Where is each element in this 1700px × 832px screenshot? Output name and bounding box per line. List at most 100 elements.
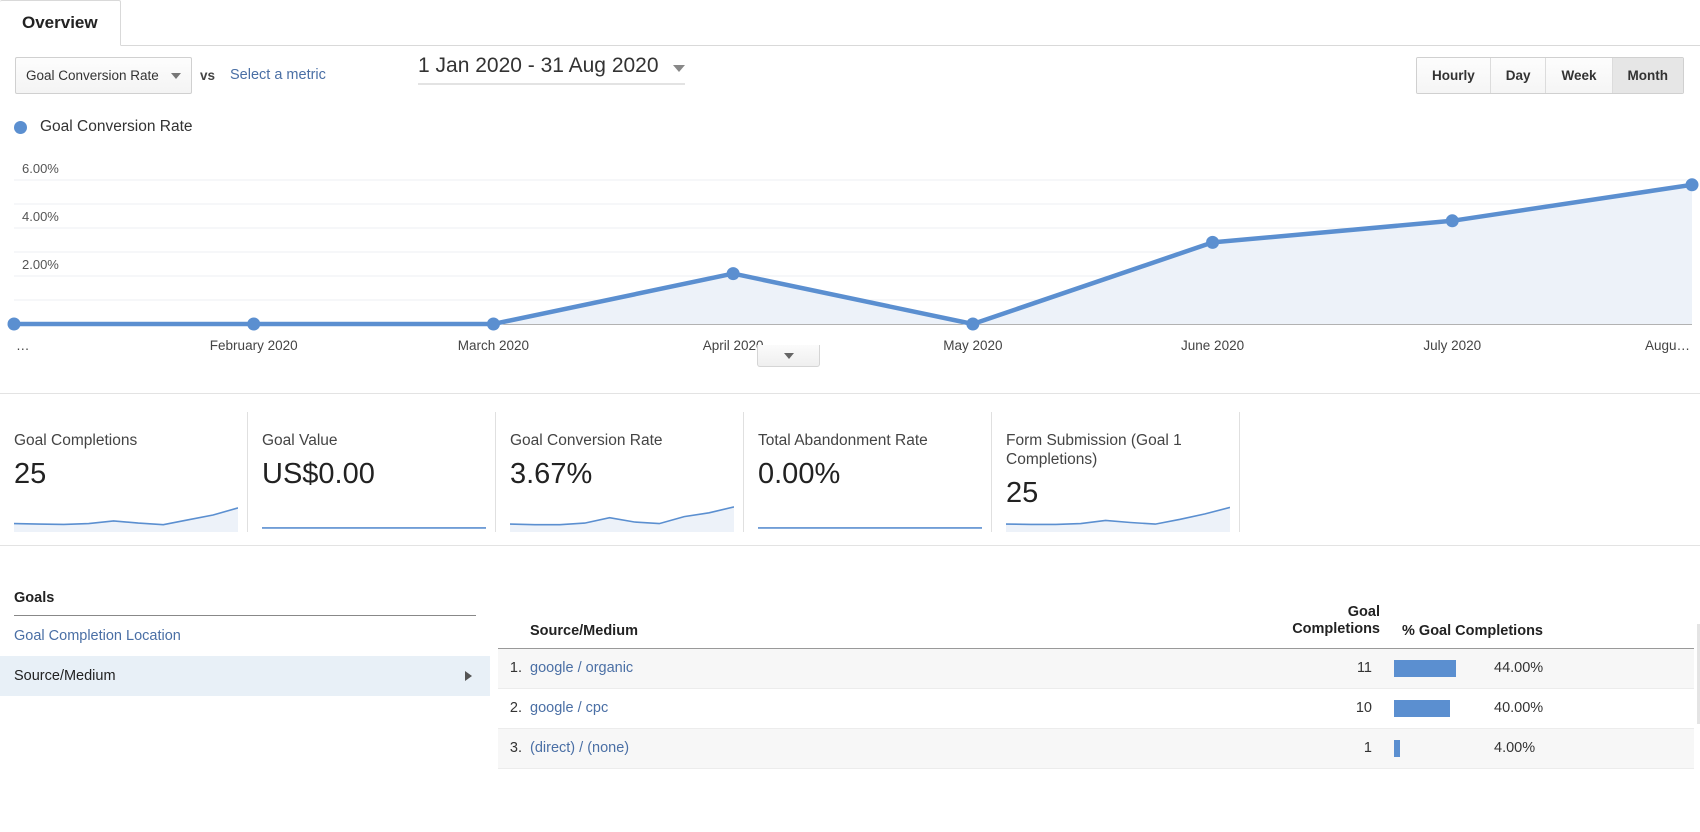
column-header-pct-goal-completions[interactable]: % Goal Completions (1388, 623, 1678, 639)
primary-metric-value: Goal Conversion Rate (26, 68, 159, 83)
table-cell-source-medium[interactable]: google / cpc (530, 700, 1190, 716)
pct-bar (1394, 699, 1451, 717)
summary-card[interactable]: Goal Value US$0.00 (248, 412, 496, 532)
pct-value-label: 40.00% (1494, 700, 1544, 717)
summary-card-value: 3.67% (510, 457, 593, 490)
summary-card-sparkline (14, 507, 238, 532)
table-cell-pct-goal-completions: 44.00% (1380, 659, 1670, 677)
x-axis-tick-label: May 2020 (943, 338, 1002, 353)
summary-card-sparkline (758, 527, 982, 529)
summary-card[interactable]: Total Abandonment Rate 0.00% (744, 412, 992, 532)
goals-nav-item[interactable]: Goal Completion Location (0, 616, 490, 656)
summary-card[interactable]: Form Submission (Goal 1 Completions) 25 (992, 412, 1240, 532)
vs-label: vs (200, 68, 216, 83)
table-cell-goal-completions: 1 (1363, 740, 1372, 757)
summary-card-title: Goal Conversion Rate (510, 432, 663, 449)
x-axis-tick-label: Augu… (1645, 338, 1690, 353)
summary-card-value: 25 (14, 457, 47, 490)
column-header-source-medium[interactable]: Source/Medium (498, 623, 1198, 639)
chart-collapse-button[interactable] (757, 345, 820, 367)
summary-card[interactable]: Goal Completions 25 (0, 412, 248, 532)
section-divider (0, 393, 1700, 394)
summary-card-sparkline (1006, 506, 1230, 532)
chart-controls: Goal Conversion Rate vs Select a metric … (0, 46, 1700, 102)
x-axis-tick-label: February 2020 (210, 338, 298, 353)
table-row[interactable]: 3. (direct) / (none) 1 4.00% (498, 728, 1694, 769)
chart-data-point[interactable] (726, 267, 740, 281)
pct-bar-track (1394, 659, 1482, 677)
column-header-goal-completions[interactable]: Goal Completions (1198, 604, 1388, 639)
section-divider (0, 545, 1700, 546)
table-cell-source-medium[interactable]: google / organic (530, 660, 1190, 676)
table-cell-goal-completions: 11 (1356, 660, 1372, 677)
main-chart-svg: 6.00% 4.00% 2.00% … February 2020 March 2020 A… (7, 161, 1699, 353)
chart-data-point[interactable] (1445, 214, 1459, 228)
pct-bar-track (1394, 699, 1482, 717)
tab-overview-label: Overview (22, 13, 98, 32)
legend-series-label: Goal Conversion Rate (40, 118, 193, 135)
summary-card-sparkline (262, 527, 486, 529)
table-row-index: 2. (509, 700, 522, 717)
chart-data-point[interactable] (1206, 235, 1220, 249)
chevron-down-icon (783, 352, 794, 359)
table-header-row: Source/Medium Goal Completions % Goal Co… (498, 590, 1694, 649)
chevron-down-icon (672, 65, 685, 72)
granularity-button-week[interactable]: Week (1546, 58, 1613, 93)
pct-bar-track (1394, 739, 1482, 757)
summary-card-sparkline (510, 506, 734, 532)
summary-card-title: Goal Completions (14, 432, 138, 449)
table-row-index: 1. (509, 660, 522, 677)
summary-card[interactable]: Goal Conversion Rate 3.67% (496, 412, 744, 532)
x-axis-tick-label: March 2020 (458, 338, 529, 353)
summary-card-value: US$0.00 (262, 457, 375, 490)
chart-data-point[interactable] (966, 317, 980, 331)
pct-bar (1394, 659, 1456, 677)
goals-nav-item-label: Source/Medium (14, 668, 116, 684)
summary-card-title: Total Abandonment Rate (758, 432, 928, 449)
y-axis-tick-label: 6.00% (22, 161, 59, 176)
granularity-button-day[interactable]: Day (1490, 58, 1547, 93)
select-secondary-metric-link[interactable]: Select a metric (230, 67, 326, 83)
date-range-value: 1 Jan 2020 - 31 Aug 2020 (418, 54, 659, 77)
goals-panel-heading: Goals (14, 590, 476, 616)
x-axis-tick-label: July 2020 (1423, 338, 1481, 353)
y-axis-tick-label: 2.00% (22, 257, 59, 272)
goals-nav-item[interactable]: Source/Medium (0, 656, 490, 696)
table-cell-pct-goal-completions: 40.00% (1380, 699, 1670, 717)
chevron-right-icon (465, 671, 472, 681)
summary-card-title: Form Submission (Goal 1 Completions) (1006, 432, 1182, 468)
table-cell-source-medium[interactable]: (direct) / (none) (530, 740, 1190, 756)
date-range-picker[interactable]: 1 Jan 2020 - 31 Aug 2020 (418, 54, 685, 85)
table-row-index: 3. (509, 740, 522, 757)
chart-data-point[interactable] (247, 317, 261, 331)
granularity-toggle-group: Hourly Day Week Month (1415, 57, 1684, 94)
primary-metric-select[interactable]: Goal Conversion Rate (15, 57, 192, 94)
granularity-button-month[interactable]: Month (1612, 58, 1683, 93)
table-row[interactable]: 2. google / cpc 10 40.00% (498, 689, 1694, 729)
x-axis-tick-label: June 2020 (1181, 338, 1244, 353)
pct-value-label: 44.00% (1494, 660, 1544, 677)
chevron-down-icon (171, 72, 181, 79)
chart-data-point[interactable] (7, 317, 21, 331)
main-line-chart[interactable]: 6.00% 4.00% 2.00% … February 2020 March 2020 A… (0, 148, 1700, 363)
goals-dimension-panel: Goals Goal Completion Location Source/Med… (0, 590, 490, 696)
x-axis-tick-label: April 2020 (703, 338, 764, 353)
tab-overview[interactable]: Overview (0, 0, 121, 46)
goals-nav-item-label: Goal Completion Location (14, 628, 181, 644)
chart-data-point[interactable] (486, 317, 500, 331)
table-row[interactable]: 1. google / organic 11 44.00% (498, 648, 1694, 689)
granularity-button-hourly[interactable]: Hourly (1416, 58, 1491, 93)
source-medium-table: Source/Medium Goal Completions % Goal Co… (492, 590, 1700, 769)
pct-value-label: 4.00% (1494, 740, 1536, 757)
summary-card-title: Goal Value (262, 432, 338, 449)
legend-color-dot-icon (14, 120, 27, 134)
x-axis-tick-label: … (16, 338, 30, 353)
y-axis-tick-label: 4.00% (22, 209, 59, 224)
tab-strip: Overview (0, 0, 1700, 46)
summary-card-value: 0.00% (758, 457, 841, 490)
chart-legend: Goal Conversion Rate (14, 118, 193, 136)
chart-data-point[interactable] (1685, 178, 1699, 192)
table-cell-goal-completions: 10 (1355, 700, 1372, 717)
table-cell-pct-goal-completions: 4.00% (1380, 739, 1670, 757)
pct-bar (1394, 739, 1400, 757)
